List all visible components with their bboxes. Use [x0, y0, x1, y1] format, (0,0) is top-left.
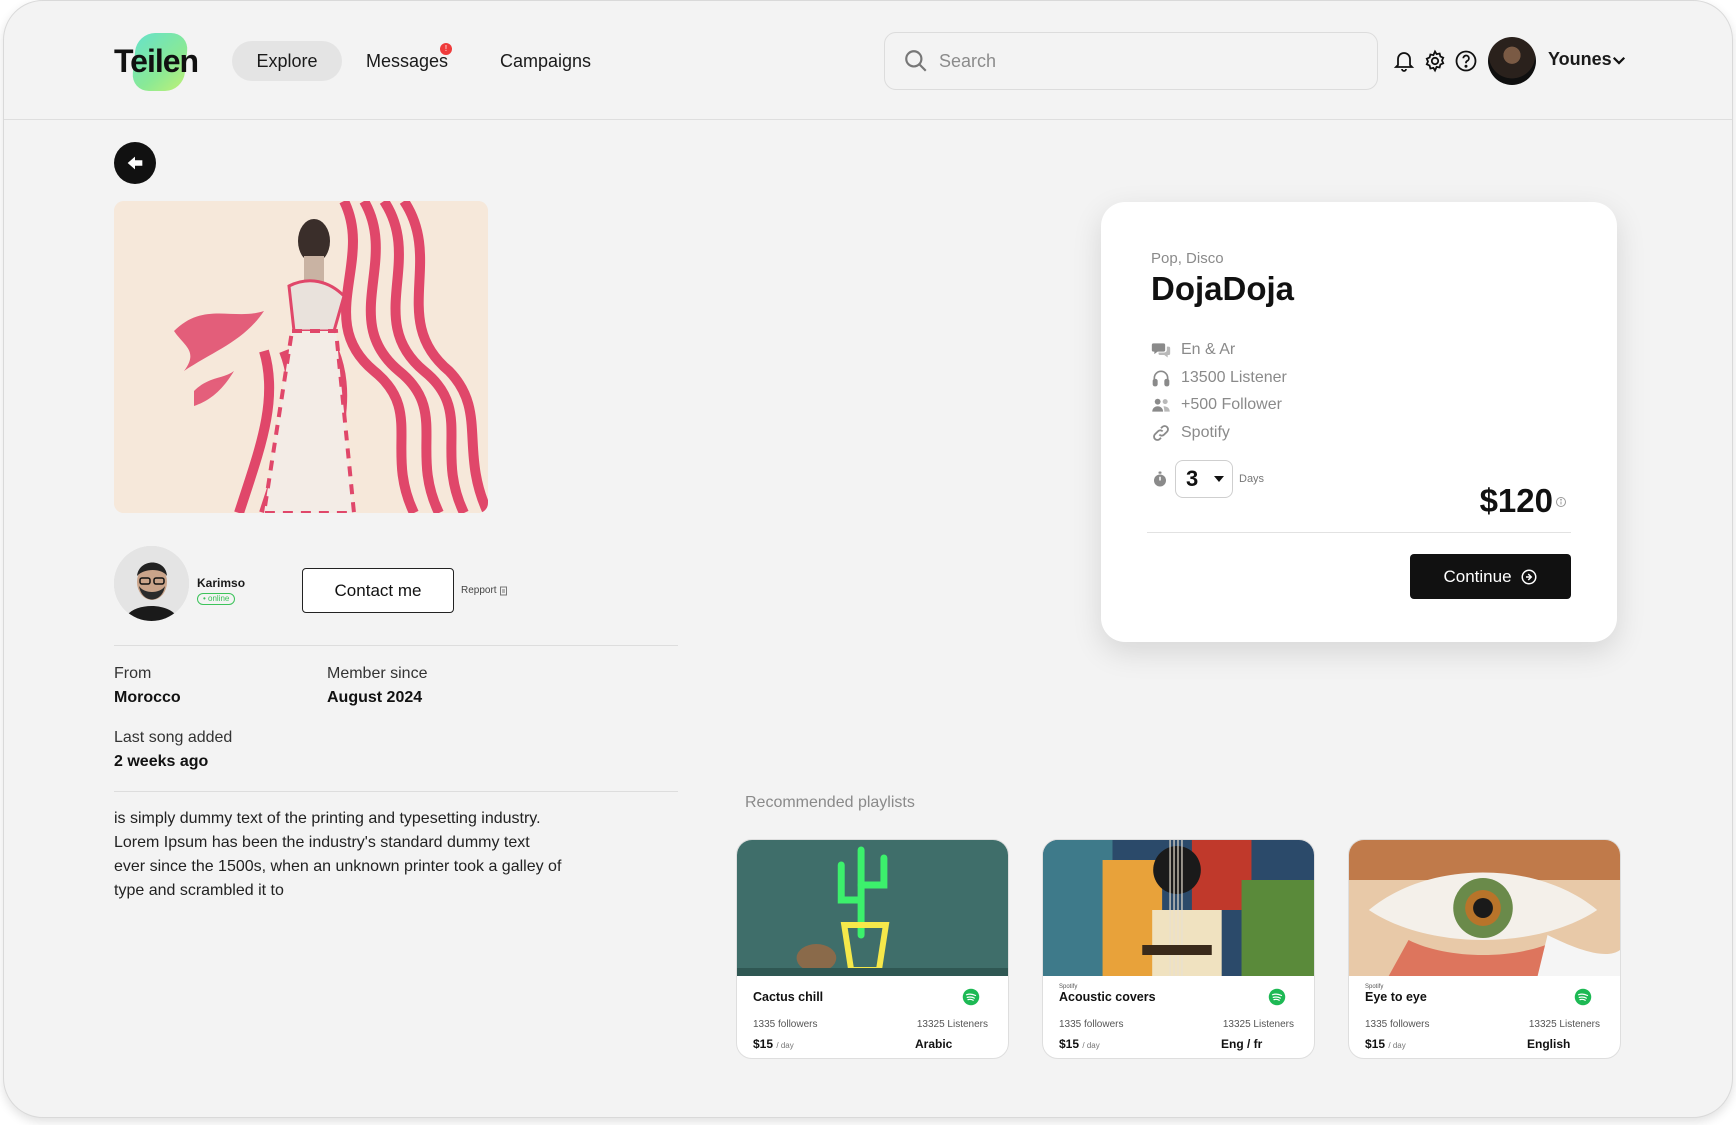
- nav-campaigns[interactable]: Campaigns: [500, 41, 610, 81]
- genre-label: Pop, Disco: [1151, 250, 1224, 267]
- report-link[interactable]: Repport: [461, 585, 509, 596]
- days-value: 3: [1186, 466, 1199, 491]
- bell-icon[interactable]: [1392, 49, 1416, 73]
- playlist-listeners: 13325 Listeners: [916, 1019, 988, 1030]
- caret-down-icon: [1214, 476, 1224, 482]
- app-window: Teilen Explore Messages ! Campaigns Youn…: [3, 0, 1733, 1118]
- seller-name[interactable]: Karimso: [197, 576, 245, 590]
- seller-bio: is simply dummy text of the printing and…: [114, 810, 562, 899]
- playlist-followers: 1335 followers: [1059, 1019, 1124, 1030]
- info-icon[interactable]: [1555, 496, 1567, 508]
- days-label: Days: [1239, 473, 1265, 485]
- playlist-language: Eng / fr: [1221, 1037, 1263, 1051]
- playlist-name: Eye to eye: [1365, 990, 1427, 1004]
- playlist-cover-eye: [1349, 840, 1620, 976]
- platform-text: Spotify: [1181, 424, 1230, 441]
- spotify-icon: [1268, 988, 1286, 1006]
- help-icon[interactable]: [1454, 49, 1478, 73]
- playlist-listeners: 13325 Listeners: [1222, 1019, 1294, 1030]
- playlist-card[interactable]: Spotify Acoustic covers 1335 followers 1…: [1042, 839, 1315, 1059]
- playlist-name: Acoustic covers: [1059, 990, 1156, 1004]
- nav-messages[interactable]: Messages !: [366, 41, 456, 81]
- contact-me-button[interactable]: Contact me: [302, 568, 454, 613]
- playlist-price: $15 / day: [1059, 1037, 1100, 1051]
- logo[interactable]: Teilen: [114, 33, 199, 91]
- playlist-language: English: [1527, 1037, 1571, 1051]
- artist-cover-image: [114, 201, 488, 513]
- stat-languages: En & Ar: [1151, 340, 1235, 360]
- recommended-title: Recommended playlists: [745, 794, 915, 811]
- user-name[interactable]: Younes: [1548, 49, 1612, 70]
- chevron-down-icon[interactable]: [1610, 51, 1628, 69]
- followers-text: +500 Follower: [1181, 396, 1282, 413]
- nav-explore[interactable]: Explore: [232, 41, 342, 81]
- search-input[interactable]: [939, 50, 1359, 72]
- online-status-badge: • online: [197, 593, 236, 605]
- playlist-followers: 1335 followers: [1365, 1019, 1430, 1030]
- stat-followers: +500 Follower: [1151, 395, 1282, 415]
- playlist-name: Cactus chill: [753, 990, 824, 1004]
- stat-platform: Spotify: [1151, 423, 1230, 443]
- arrow-left-icon: [127, 156, 143, 170]
- chat-icon: [1151, 343, 1171, 358]
- playlist-price: $15 / day: [753, 1037, 794, 1051]
- section-divider: [114, 791, 678, 792]
- spotify-icon: [1574, 988, 1592, 1006]
- from-value: Morocco: [114, 689, 181, 706]
- back-button[interactable]: [114, 142, 156, 184]
- playlist-price-unit: / day: [1388, 1041, 1406, 1050]
- continue-label: Continue: [1443, 566, 1512, 586]
- logo-text: Teilen: [114, 43, 199, 79]
- continue-button[interactable]: Continue: [1410, 554, 1571, 599]
- stat-listeners: 13500 Listener: [1151, 368, 1287, 388]
- gear-icon[interactable]: [1423, 49, 1447, 73]
- playlist-price: $15 / day: [1365, 1037, 1406, 1051]
- from-label: From: [114, 665, 152, 682]
- playlist-title: DojaDoja: [1151, 270, 1295, 307]
- playlist-listeners: 13325 Listeners: [1528, 1019, 1600, 1030]
- user-avatar[interactable]: [1488, 37, 1536, 85]
- listeners-text: 13500 Listener: [1181, 369, 1287, 386]
- playlist-language: Arabic: [915, 1037, 953, 1051]
- playlist-followers: 1335 followers: [753, 1019, 818, 1030]
- member-since-value: August 2024: [327, 689, 423, 706]
- last-song-label: Last song added: [114, 729, 233, 746]
- flag-icon: [499, 586, 507, 595]
- duration-row: 3 Days: [1151, 460, 1264, 498]
- price-total: $120: [1479, 482, 1553, 519]
- seller-avatar[interactable]: [114, 546, 189, 621]
- seller-photo: [114, 546, 189, 621]
- offer-card: Pop, Disco DojaDoja En & Ar 13500 Listen…: [1101, 202, 1617, 642]
- headphones-icon: [1152, 370, 1170, 387]
- last-song-value: 2 weeks ago: [114, 753, 209, 770]
- section-divider: [114, 645, 678, 646]
- member-since-label: Member since: [327, 665, 428, 682]
- playlist-cover-cactus: [737, 840, 1008, 976]
- search-icon: [905, 50, 927, 72]
- stopwatch-icon: [1154, 471, 1166, 487]
- search-box[interactable]: [884, 32, 1378, 90]
- playlist-cover-acoustic: [1043, 840, 1314, 976]
- top-header: Teilen Explore Messages ! Campaigns Youn…: [4, 1, 1732, 120]
- link-icon: [1153, 425, 1169, 441]
- spotify-icon: [962, 988, 980, 1006]
- playlist-price-value: $15: [1059, 1037, 1080, 1051]
- playlist-price-value: $15: [1365, 1037, 1386, 1051]
- arrow-right-circle-icon: [1521, 569, 1537, 584]
- nav-messages-label: Messages: [366, 50, 449, 71]
- messages-badge: !: [440, 43, 452, 55]
- cover-artwork: [114, 201, 488, 513]
- playlist-price-unit: / day: [776, 1041, 794, 1050]
- card-divider: [1147, 532, 1571, 533]
- playlist-price-value: $15: [753, 1037, 774, 1051]
- playlist-price-unit: / day: [1082, 1041, 1100, 1050]
- playlist-card[interactable]: Spotify Eye to eye 1335 followers 13325 …: [1348, 839, 1621, 1059]
- users-icon: [1152, 398, 1170, 412]
- playlist-card[interactable]: Cactus chill 1335 followers 13325 Listen…: [736, 839, 1009, 1059]
- report-label: Repport: [461, 585, 497, 596]
- languages-text: En & Ar: [1181, 341, 1236, 358]
- days-select[interactable]: 3: [1175, 460, 1233, 498]
